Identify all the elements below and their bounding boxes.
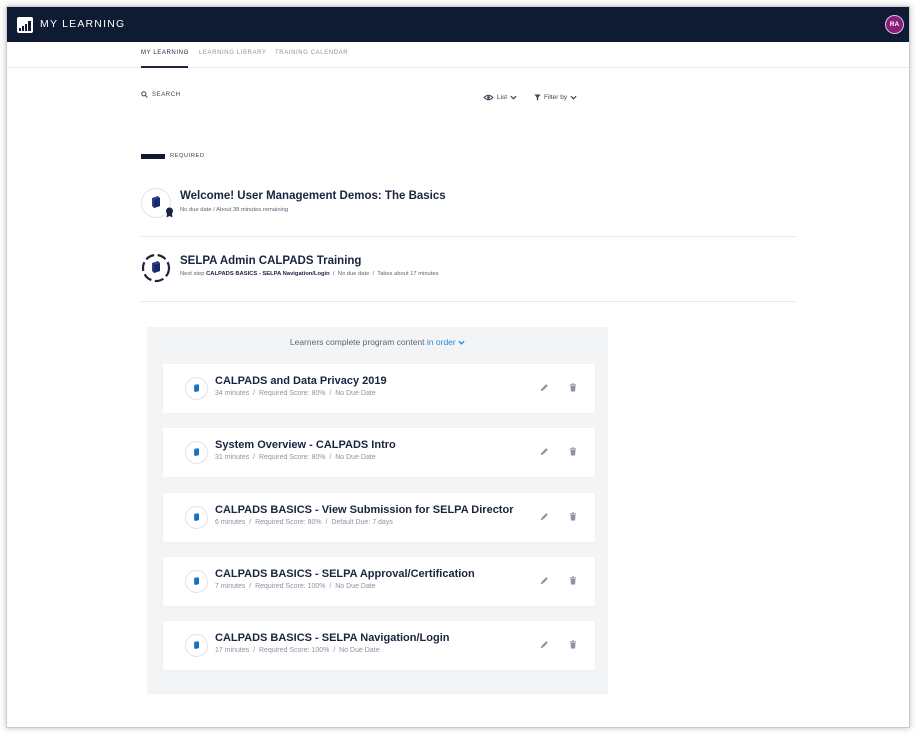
module-icon: [185, 570, 208, 593]
program-item-meta: 31 minutes / Required Score: 80% / No Du…: [215, 454, 376, 461]
app-window: MY LEARNING RA MY LEARNING LEARNING LIBR…: [6, 6, 910, 728]
program-item-title[interactable]: System Overview - CALPADS Intro: [215, 439, 396, 451]
required-label: REQUIRED: [170, 153, 205, 159]
program-item-card[interactable]: CALPADS and Data Privacy 2019 34 minutes…: [163, 364, 595, 413]
course-meta-rest: / No due date / Takes about 17 minutes: [329, 271, 439, 277]
next-step-prefix: Next step: [180, 271, 205, 277]
course-progress-ring: [141, 253, 171, 283]
program-item-card[interactable]: CALPADS BASICS - SELPA Approval/Certific…: [163, 557, 595, 606]
tab-training-calendar[interactable]: TRAINING CALENDAR: [275, 50, 348, 56]
tab-bar: MY LEARNING LEARNING LIBRARY TRAINING CA…: [7, 42, 909, 68]
program-item-card[interactable]: CALPADS BASICS - View Submission for SEL…: [163, 493, 595, 542]
course-title[interactable]: SELPA Admin CALPADS Training: [180, 255, 361, 267]
program-item-title[interactable]: CALPADS BASICS - SELPA Navigation/Login: [215, 632, 449, 644]
chevron-down-icon: [570, 95, 577, 100]
course-title[interactable]: Welcome! User Management Demos: The Basi…: [180, 190, 446, 202]
search-button[interactable]: SEARCH: [141, 91, 181, 98]
program-content-panel: Learners complete program content in ord…: [147, 327, 608, 694]
tab-learning-library[interactable]: LEARNING LIBRARY: [199, 50, 267, 56]
active-tab-indicator: [141, 66, 188, 68]
trash-icon[interactable]: [569, 512, 577, 521]
order-link-label: in order: [426, 337, 456, 347]
required-marker: [141, 153, 165, 159]
pencil-icon[interactable]: [540, 576, 549, 585]
search-icon: [141, 91, 148, 98]
eye-icon: [483, 94, 494, 101]
pencil-icon[interactable]: [540, 640, 549, 649]
filter-label: Filter by: [544, 94, 568, 101]
course-row[interactable]: Welcome! User Management Demos: The Basi…: [141, 175, 796, 237]
program-item-meta: 34 minutes / Required Score: 80% / No Du…: [215, 390, 376, 397]
order-dropdown[interactable]: in order: [427, 337, 465, 347]
pencil-icon[interactable]: [540, 383, 549, 392]
trash-icon[interactable]: [569, 383, 577, 392]
app-title: MY LEARNING: [40, 18, 126, 30]
pencil-icon[interactable]: [540, 512, 549, 521]
search-label: SEARCH: [152, 91, 181, 98]
award-badge-icon: [166, 207, 173, 218]
course-meta: No due date / About 38 minutes remaining: [180, 207, 289, 213]
filter-icon: [534, 94, 541, 101]
program-item-meta: 7 minutes / Required Score: 100% / No Du…: [215, 583, 376, 590]
tab-my-learning[interactable]: MY LEARNING: [141, 50, 189, 56]
module-icon: [185, 506, 208, 529]
top-bar: MY LEARNING RA: [7, 7, 909, 42]
filter-dropdown[interactable]: Filter by: [534, 94, 577, 101]
program-item-card[interactable]: CALPADS BASICS - SELPA Navigation/Login …: [163, 621, 595, 670]
order-prefix: Learners complete program content: [289, 337, 425, 347]
user-avatar[interactable]: RA: [885, 15, 904, 34]
program-item-meta: 6 minutes / Required Score: 80% / Defaul…: [215, 519, 393, 526]
required-section-header: REQUIRED: [141, 153, 205, 159]
course-meta: Next step CALPADS BASICS - SELPA Navigat…: [180, 271, 439, 277]
module-icon: [185, 634, 208, 657]
next-step-link[interactable]: CALPADS BASICS - SELPA Navigation/Login: [206, 271, 330, 277]
trash-icon[interactable]: [569, 447, 577, 456]
chevron-down-icon: [510, 95, 517, 100]
trash-icon[interactable]: [569, 576, 577, 585]
view-mode-label: List: [497, 94, 508, 101]
course-row[interactable]: SELPA Admin CALPADS Training Next step C…: [141, 237, 796, 302]
pencil-icon[interactable]: [540, 447, 549, 456]
app-logo-icon[interactable]: [17, 17, 33, 33]
view-mode-dropdown[interactable]: List: [483, 94, 517, 101]
program-item-title[interactable]: CALPADS BASICS - View Submission for SEL…: [215, 504, 513, 516]
module-icon: [185, 441, 208, 464]
order-setting: Learners complete program content in ord…: [147, 337, 608, 347]
program-item-title[interactable]: CALPADS and Data Privacy 2019: [215, 375, 387, 387]
chevron-down-icon: [458, 340, 465, 345]
program-item-card[interactable]: System Overview - CALPADS Intro 31 minut…: [163, 428, 595, 477]
trash-icon[interactable]: [569, 640, 577, 649]
module-icon: [185, 377, 208, 400]
program-item-meta: 17 minutes / Required Score: 100% / No D…: [215, 647, 380, 654]
program-item-title[interactable]: CALPADS BASICS - SELPA Approval/Certific…: [215, 568, 475, 580]
